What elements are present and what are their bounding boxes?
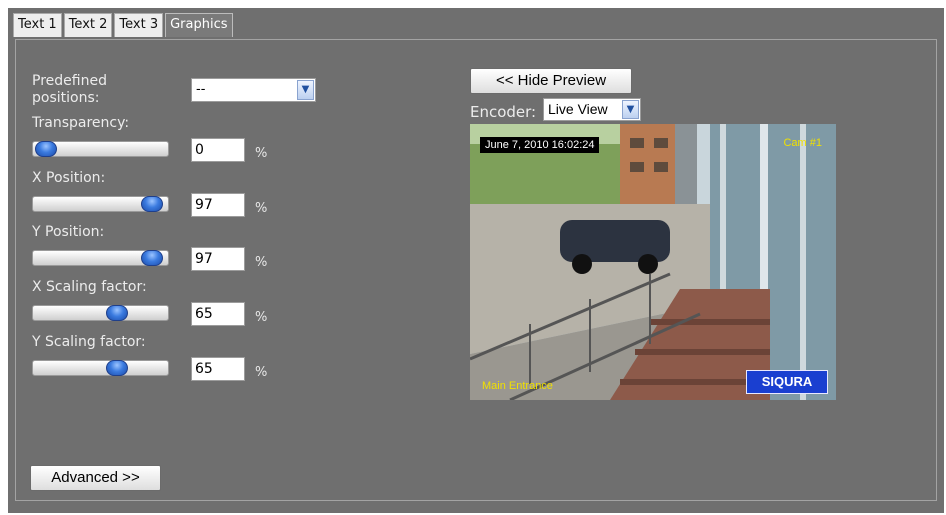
advanced-button[interactable]: Advanced >> [30,465,161,491]
predefined-positions-label: Predefined positions: [32,73,107,106]
y-scaling-unit: % [255,365,268,380]
transparency-label: Transparency: [32,115,130,131]
encoder-label: Encoder: [470,103,537,121]
hide-preview-button[interactable]: << Hide Preview [470,68,632,94]
x-scaling-slider[interactable] [32,305,169,321]
predefined-positions-value: -- [196,82,206,97]
predefined-positions-select[interactable]: -- ▼ [191,78,316,102]
x-position-label: X Position: [32,170,106,186]
slider-thumb[interactable] [140,196,163,212]
encoder-value: Live View [548,101,608,117]
transparency-unit: % [255,146,268,161]
x-scaling-unit: % [255,310,268,325]
location-overlay: Main Entrance [482,380,553,392]
x-scaling-label: X Scaling factor: [32,279,147,295]
x-position-input[interactable]: 97 [191,193,245,217]
x-position-slider[interactable] [32,196,169,212]
slider-thumb[interactable] [105,360,128,376]
y-scaling-input[interactable]: 65 [191,357,245,381]
tab-bar: Text 1 Text 2 Text 3 Graphics [13,13,233,38]
slider-thumb[interactable] [105,305,128,321]
y-scaling-slider[interactable] [32,360,169,376]
x-position-unit: % [255,201,268,216]
transparency-slider[interactable] [32,141,169,157]
x-scaling-input[interactable]: 65 [191,302,245,326]
tab-text-1[interactable]: Text 1 [13,13,62,37]
slider-thumb[interactable] [35,141,57,157]
y-position-input[interactable]: 97 [191,247,245,271]
tab-graphics[interactable]: Graphics [165,13,233,37]
y-position-slider[interactable] [32,250,169,266]
transparency-input[interactable]: 0 [191,138,245,162]
encoder-select[interactable]: Live View ▼ [543,98,641,121]
tab-text-3[interactable]: Text 3 [114,13,164,37]
siqura-logo: SIQURA [746,370,828,394]
y-scaling-label: Y Scaling factor: [32,334,146,350]
camera-name-overlay: Cam #1 [783,137,822,149]
tab-text-2[interactable]: Text 2 [63,13,113,37]
slider-thumb[interactable] [140,250,163,266]
chevron-down-icon: ▼ [297,80,314,100]
y-position-unit: % [255,255,268,270]
camera-preview: June 7, 2010 16:02:24 Cam #1 Main Entran… [470,124,836,400]
timestamp-overlay: June 7, 2010 16:02:24 [480,137,600,153]
chevron-down-icon: ▼ [622,100,639,119]
y-position-label: Y Position: [32,224,105,240]
camera-scene-image [470,124,836,400]
